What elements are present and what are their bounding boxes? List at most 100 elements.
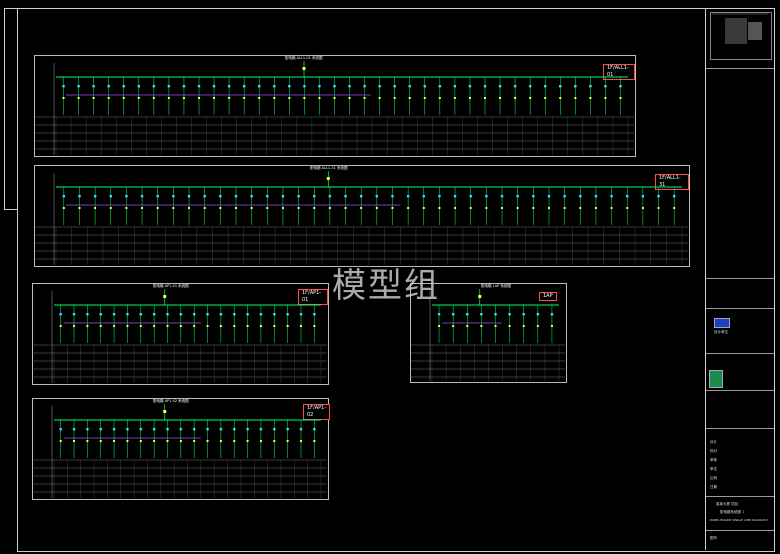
- branch-device: [318, 97, 321, 99]
- branch-device: [299, 325, 302, 327]
- branch-breaker: [500, 195, 504, 198]
- branch-device: [532, 207, 535, 209]
- branch-breaker: [197, 85, 201, 88]
- branch-breaker: [286, 428, 289, 431]
- branch-device: [378, 97, 381, 99]
- branch-breaker: [286, 313, 289, 316]
- branch-device: [288, 97, 291, 99]
- main-breaker: [326, 177, 330, 180]
- branch-breaker: [422, 195, 425, 198]
- branch-breaker: [313, 313, 316, 316]
- branch-breaker: [468, 85, 472, 88]
- branch-breaker: [451, 313, 455, 316]
- branch-device: [86, 325, 89, 327]
- branch-breaker: [219, 428, 223, 431]
- branch-device: [494, 325, 497, 327]
- branch-breaker: [152, 313, 156, 316]
- branch-device: [219, 207, 222, 209]
- branch-breaker: [406, 195, 410, 198]
- branch-device: [438, 97, 441, 99]
- branch-breaker: [212, 85, 216, 88]
- tb-label-drawing-no: 图号: [710, 536, 717, 540]
- branch-breaker: [333, 85, 336, 88]
- branch-breaker: [109, 195, 112, 198]
- branch-device: [544, 97, 547, 99]
- branch-device: [273, 325, 276, 327]
- branch-breaker: [219, 313, 223, 316]
- branch-device: [73, 440, 76, 442]
- branch-device: [62, 97, 65, 99]
- branch-device: [313, 325, 316, 327]
- branch-device: [344, 207, 347, 209]
- branch-breaker: [528, 85, 532, 88]
- branch-device: [250, 207, 253, 209]
- branch-device: [99, 440, 102, 442]
- branch-device: [408, 97, 411, 99]
- branch-breaker: [273, 313, 276, 316]
- branch-breaker: [152, 428, 156, 431]
- branch-device: [563, 207, 566, 209]
- branch-breaker: [532, 195, 535, 198]
- branch-device: [213, 97, 216, 99]
- branch-device: [259, 325, 262, 327]
- branch-device: [266, 207, 269, 209]
- branch-breaker: [77, 85, 80, 88]
- branch-breaker: [167, 85, 171, 88]
- branch-device: [673, 207, 676, 209]
- branch-device: [452, 325, 455, 327]
- branch-device: [126, 440, 129, 442]
- branch-device: [333, 97, 336, 99]
- branch-device: [137, 97, 140, 99]
- branch-breaker: [206, 428, 209, 431]
- branch-breaker: [375, 195, 379, 198]
- branch-device: [234, 207, 237, 209]
- branch-breaker: [233, 428, 236, 431]
- branch-breaker: [579, 195, 582, 198]
- branch-device: [206, 325, 209, 327]
- key-plan: [710, 12, 772, 60]
- branch-breaker: [62, 195, 66, 198]
- branch-breaker: [348, 85, 351, 88]
- branch-device: [59, 440, 62, 442]
- branch-breaker: [99, 313, 102, 316]
- drawing-title: 配电箱系统图 1: [720, 510, 745, 514]
- branch-breaker: [125, 195, 128, 198]
- branch-device: [626, 207, 629, 209]
- branch-device: [198, 97, 200, 99]
- branch-breaker: [259, 313, 263, 316]
- branch-device: [453, 97, 456, 99]
- branch-device: [423, 97, 426, 99]
- tb-label-check: 校对: [710, 449, 717, 453]
- branch-breaker: [559, 85, 562, 88]
- branch-breaker: [182, 85, 186, 88]
- branch-device: [153, 440, 156, 442]
- branch-device: [73, 325, 76, 327]
- branch-device: [203, 207, 206, 209]
- branch-device: [501, 207, 504, 209]
- branch-breaker: [139, 313, 142, 316]
- drawing-title-en: PANEL BOARD SINGLE LINE DIAGRAM 1: [710, 518, 769, 522]
- branch-breaker: [246, 313, 249, 316]
- branch-device: [589, 97, 592, 99]
- branch-breaker: [281, 195, 285, 198]
- branch-device: [313, 207, 316, 209]
- branch-breaker: [72, 313, 76, 316]
- main-breaker: [478, 295, 482, 298]
- branch-breaker: [498, 85, 502, 88]
- branch-breaker: [516, 195, 519, 198]
- branch-breaker: [641, 195, 645, 198]
- branch-breaker: [203, 195, 206, 198]
- branch-breaker: [242, 85, 246, 88]
- branch-breaker: [626, 195, 629, 198]
- branch-breaker: [466, 313, 469, 316]
- branch-breaker: [93, 195, 97, 198]
- branch-breaker: [92, 85, 95, 88]
- branch-device: [579, 207, 582, 209]
- company-name: 设计单位: [714, 330, 728, 334]
- branch-device: [126, 325, 129, 327]
- watermark-text: 模型组: [332, 266, 440, 306]
- branch-breaker: [508, 313, 511, 316]
- branch-device: [468, 97, 471, 99]
- branch-breaker: [344, 195, 347, 198]
- branch-device: [286, 440, 289, 442]
